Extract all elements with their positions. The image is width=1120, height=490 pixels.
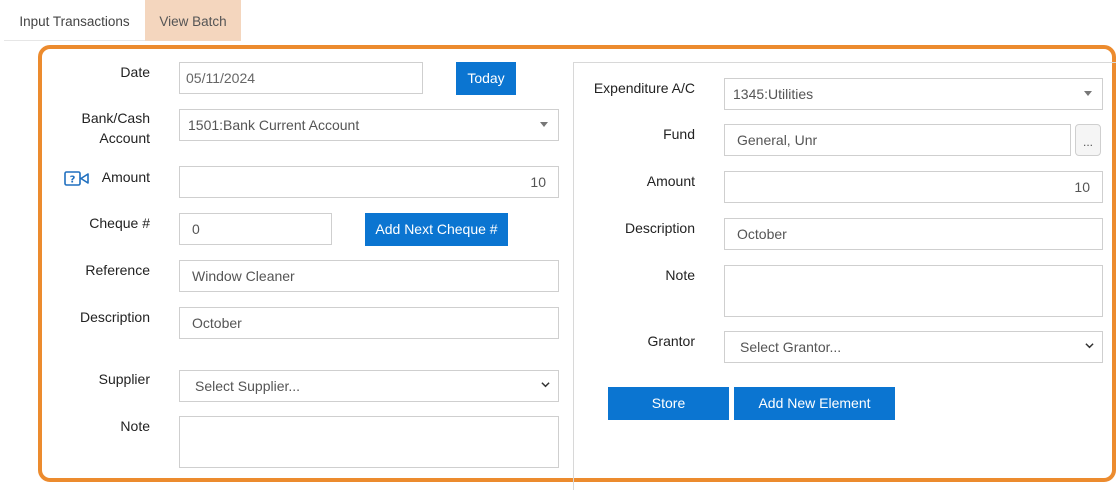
tab-view-batch[interactable]: View Batch	[145, 0, 241, 41]
caret-down-icon	[540, 122, 548, 127]
tab-input-transactions[interactable]: Input Transactions	[4, 0, 145, 41]
right-amount-field[interactable]: 10	[724, 171, 1103, 203]
right-panel-border	[573, 62, 1116, 63]
svg-text:?: ?	[70, 175, 76, 186]
note-textarea[interactable]	[179, 416, 559, 468]
grantor-label: Grantor	[647, 333, 695, 349]
cheque-label: Cheque #	[89, 215, 150, 231]
today-button[interactable]: Today	[456, 62, 516, 95]
bank-label-line2: Account	[99, 130, 150, 146]
date-field[interactable]: 05/11/2024	[179, 62, 423, 94]
description-label: Description	[79, 309, 150, 325]
fund-field[interactable]: General, Unr	[724, 124, 1071, 156]
supplier-placeholder: Select Supplier...	[195, 378, 301, 394]
grantor-placeholder: Select Grantor...	[740, 339, 842, 355]
cheque-field[interactable]: 0	[179, 213, 332, 245]
reference-label: Reference	[85, 262, 150, 278]
video-help-icon[interactable]: ?	[64, 171, 90, 187]
right-description-field[interactable]: October	[724, 218, 1103, 250]
right-description-label: Description	[624, 220, 695, 236]
right-amount-label: Amount	[646, 173, 695, 189]
bank-account-value: 1501:Bank Current Account	[188, 117, 360, 133]
chevron-down-icon	[541, 382, 550, 388]
expenditure-value: 1345:Utilities	[733, 86, 814, 102]
right-note-label: Note	[665, 267, 695, 283]
supplier-select[interactable]: Select Supplier...	[179, 370, 559, 402]
bank-account-select[interactable]: 1501:Bank Current Account	[179, 109, 559, 141]
fund-lookup-button[interactable]: ...	[1075, 124, 1101, 156]
tab-bar: Input Transactions View Batch	[0, 0, 1120, 41]
amount-field[interactable]: 10	[179, 166, 559, 198]
expenditure-select[interactable]: 1345:Utilities	[724, 78, 1103, 110]
description-field[interactable]: October	[179, 307, 559, 339]
grantor-select[interactable]: Select Grantor...	[724, 331, 1103, 363]
note-label: Note	[120, 418, 150, 434]
bank-label-line1: Bank/Cash	[81, 110, 150, 126]
column-divider	[573, 62, 574, 490]
fund-label: Fund	[663, 126, 695, 142]
caret-down-icon	[1084, 91, 1092, 96]
right-note-textarea[interactable]	[724, 265, 1103, 317]
date-label: Date	[120, 64, 150, 80]
add-new-element-button[interactable]: Add New Element	[734, 387, 895, 420]
reference-field[interactable]: Window Cleaner	[179, 260, 559, 292]
chevron-down-icon	[1085, 343, 1094, 349]
add-next-cheque-button[interactable]: Add Next Cheque #	[365, 213, 508, 246]
amount-label: Amount	[101, 169, 150, 185]
bank-account-label: Bank/Cash Account	[60, 108, 150, 148]
store-button[interactable]: Store	[608, 387, 729, 420]
expenditure-label: Expenditure A/C	[593, 80, 695, 96]
supplier-label: Supplier	[98, 371, 150, 387]
